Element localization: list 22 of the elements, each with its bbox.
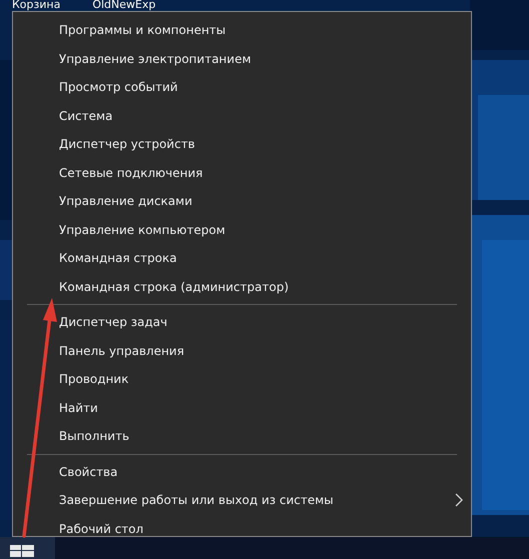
desktop-icon-label[interactable]: Корзина [12,0,60,11]
menu-item[interactable]: Программы и компоненты [13,16,471,44]
menu-item[interactable]: Управление компьютером [13,216,471,244]
menu-item[interactable]: Рабочий стол [13,514,471,543]
menu-item[interactable]: Система [13,102,471,130]
menu-item[interactable]: Проводник [13,365,471,394]
menu-item[interactable]: Сетевые подключения [13,158,471,187]
menu-item[interactable]: Диспетчер устройств [13,130,471,158]
menu-item[interactable]: Командная строка [13,244,471,272]
start-button[interactable] [0,537,55,559]
menu-item[interactable]: Управление дисками [13,187,471,216]
menu-item[interactable]: Управление электропитанием [13,44,471,73]
menu-item[interactable]: Диспетчер задач [13,308,471,336]
menu-item[interactable]: Просмотр событий [13,73,471,102]
menu-item[interactable]: Найти [13,394,471,422]
windows-icon [10,543,34,557]
desktop-icon-label[interactable]: OldNewExp [92,0,156,11]
menu-item[interactable]: Командная строка (администратор) [13,272,471,301]
menu-item[interactable]: Свойства [13,458,471,486]
menu-item[interactable]: Выполнить [13,422,471,450]
menu-item[interactable]: Завершение работы или выход из системы [13,486,471,514]
menu-item[interactable]: Панель управления [13,336,471,365]
